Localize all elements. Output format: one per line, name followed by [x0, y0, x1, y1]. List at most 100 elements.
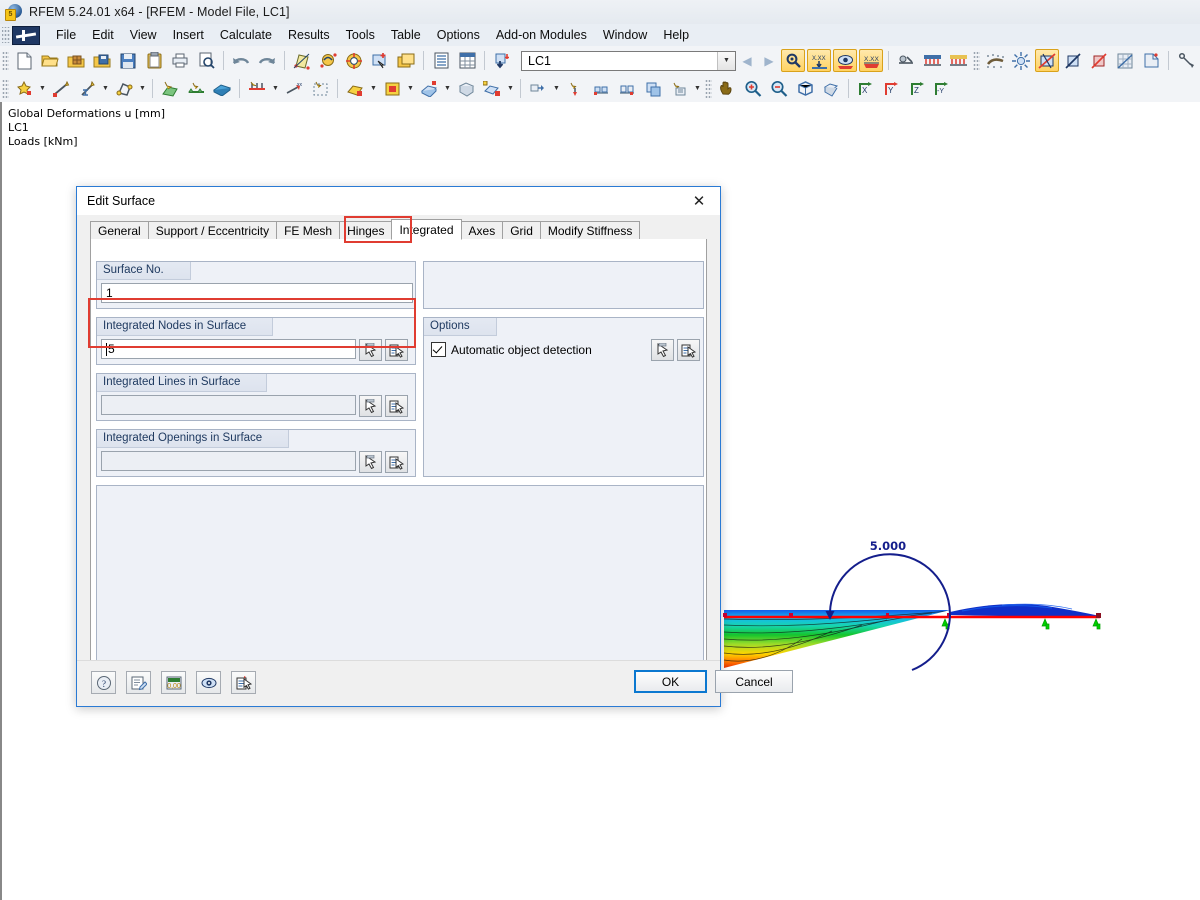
mesh-icon[interactable]: [983, 49, 1007, 72]
details-icon[interactable]: [231, 671, 256, 694]
fe-mesh-icon[interactable]: [1009, 49, 1033, 72]
value-xx-icon[interactable]: X.XX: [859, 49, 883, 72]
table-grid-icon[interactable]: [455, 49, 479, 72]
member-icon[interactable]: [75, 77, 99, 100]
section-icon[interactable]: [1139, 49, 1163, 72]
view-3d-c-icon[interactable]: [1087, 49, 1111, 72]
open-folder-icon[interactable]: [38, 49, 62, 72]
surface-load-dropdown-arrow-icon[interactable]: ▼: [368, 77, 379, 100]
results-icon[interactable]: [342, 49, 366, 72]
open-package-icon[interactable]: [64, 49, 88, 72]
block-icon[interactable]: [526, 77, 550, 100]
surface-no-input[interactable]: 1: [101, 283, 413, 303]
eye-icon[interactable]: [196, 671, 221, 694]
support-node-icon[interactable]: [184, 77, 208, 100]
comment-icon[interactable]: [126, 671, 151, 694]
scale-icon[interactable]: [615, 77, 639, 100]
print-block-icon[interactable]: [667, 77, 691, 100]
save-as-icon[interactable]: [90, 49, 114, 72]
toolbar-grip[interactable]: [2, 78, 9, 99]
menu-item-view[interactable]: View: [122, 26, 165, 44]
toolbar-grip[interactable]: [2, 50, 9, 71]
options-pick-cursor-icon[interactable]: [651, 339, 674, 361]
rfem-app-icon[interactable]: [12, 25, 40, 45]
integrated-nodes-input[interactable]: 5: [101, 339, 356, 359]
toolbar-grip[interactable]: [705, 78, 712, 99]
tab-axes[interactable]: Axes: [460, 221, 504, 240]
menu-item-calculate[interactable]: Calculate: [212, 26, 280, 44]
integrated-openings-pick-cursor-icon[interactable]: [359, 451, 382, 473]
surface-load-icon[interactable]: [343, 77, 367, 100]
member-load-icon[interactable]: [245, 77, 269, 100]
axis-x-icon[interactable]: X: [854, 77, 878, 100]
menu-item-insert[interactable]: Insert: [165, 26, 212, 44]
iso-view-icon[interactable]: [819, 77, 843, 100]
zoom-in-icon[interactable]: [741, 77, 765, 100]
node-dropdown-arrow-icon[interactable]: ▼: [37, 77, 48, 100]
view-3d-b-icon[interactable]: [1061, 49, 1085, 72]
nodal-load-icon[interactable]: xx: [282, 77, 306, 100]
visibility-result-icon[interactable]: [833, 49, 857, 72]
box-view-icon[interactable]: [793, 77, 817, 100]
print-block-dropdown-arrow-icon[interactable]: ▼: [692, 77, 703, 100]
tab-integrated[interactable]: Integrated: [391, 219, 462, 240]
select-plus-icon[interactable]: [368, 49, 392, 72]
view-3d-icon[interactable]: [1035, 49, 1059, 72]
toolbar-grip[interactable]: [973, 50, 980, 71]
tab-hinges[interactable]: Hinges: [339, 221, 393, 240]
undo-icon[interactable]: [229, 49, 253, 72]
integrated-lines-pick-list-icon[interactable]: [385, 395, 408, 417]
tab-support-eccentricity[interactable]: Support / Eccentricity: [147, 221, 278, 240]
deformation-icon[interactable]: [316, 49, 340, 72]
axis-neg-y-icon[interactable]: -Y: [932, 77, 956, 100]
loads-2-icon[interactable]: [946, 49, 970, 72]
save-icon[interactable]: [116, 49, 140, 72]
menu-item-table[interactable]: Table: [383, 26, 429, 44]
axis-y-icon[interactable]: Y: [880, 77, 904, 100]
loads-icon[interactable]: [920, 49, 944, 72]
solid-load-icon[interactable]: [417, 77, 441, 100]
print-icon[interactable]: [168, 49, 192, 72]
window-icon[interactable]: [394, 49, 418, 72]
menu-item-tools[interactable]: Tools: [338, 26, 383, 44]
surface-set-icon[interactable]: [480, 77, 504, 100]
line-icon[interactable]: [49, 77, 73, 100]
print-preview-icon[interactable]: [194, 49, 218, 72]
node-snap-icon[interactable]: [1174, 49, 1198, 72]
member-load-dropdown-arrow-icon[interactable]: ▼: [270, 77, 281, 100]
tab-modify-stiffness[interactable]: Modify Stiffness: [539, 221, 641, 240]
dimension-icon[interactable]: [563, 77, 587, 100]
previous-loadcase-button[interactable]: ◀: [736, 50, 758, 72]
integrated-nodes-pick-list-icon[interactable]: [385, 339, 408, 361]
opening-dropdown-arrow-icon[interactable]: ▼: [405, 77, 416, 100]
solid-3d-icon[interactable]: [454, 77, 478, 100]
solid-load-dropdown-arrow-icon[interactable]: ▼: [442, 77, 453, 100]
stamp-icon[interactable]: [589, 77, 613, 100]
polyline-dropdown-arrow-icon[interactable]: ▼: [137, 77, 148, 100]
menubar-grip[interactable]: [2, 27, 10, 43]
integrated-lines-input[interactable]: [101, 395, 356, 415]
redo-icon[interactable]: [255, 49, 279, 72]
menu-item-file[interactable]: File: [48, 26, 84, 44]
menu-item-results[interactable]: Results: [280, 26, 338, 44]
import-icon[interactable]: [490, 49, 514, 72]
menu-item-window[interactable]: Window: [595, 26, 655, 44]
selection-icon[interactable]: [308, 77, 332, 100]
menu-item-options[interactable]: Options: [429, 26, 488, 44]
table-icon[interactable]: [429, 49, 453, 72]
cancel-button[interactable]: Cancel: [715, 670, 793, 693]
surface-icon[interactable]: [158, 77, 182, 100]
help-icon[interactable]: ?: [91, 671, 116, 694]
value-down-icon[interactable]: X.XX: [807, 49, 831, 72]
integrated-openings-pick-list-icon[interactable]: [385, 451, 408, 473]
pan-icon[interactable]: [715, 77, 739, 100]
zoom-result-icon[interactable]: [781, 49, 805, 72]
copy-icon[interactable]: [641, 77, 665, 100]
surface-set-dropdown-arrow-icon[interactable]: ▼: [505, 77, 516, 100]
menu-item-edit[interactable]: Edit: [84, 26, 122, 44]
tab-general[interactable]: General: [90, 221, 149, 240]
tab-fe-mesh[interactable]: FE Mesh: [276, 221, 341, 240]
grid-snap-icon[interactable]: [1113, 49, 1137, 72]
render-surface-icon[interactable]: [290, 49, 314, 72]
opening-icon[interactable]: [380, 77, 404, 100]
